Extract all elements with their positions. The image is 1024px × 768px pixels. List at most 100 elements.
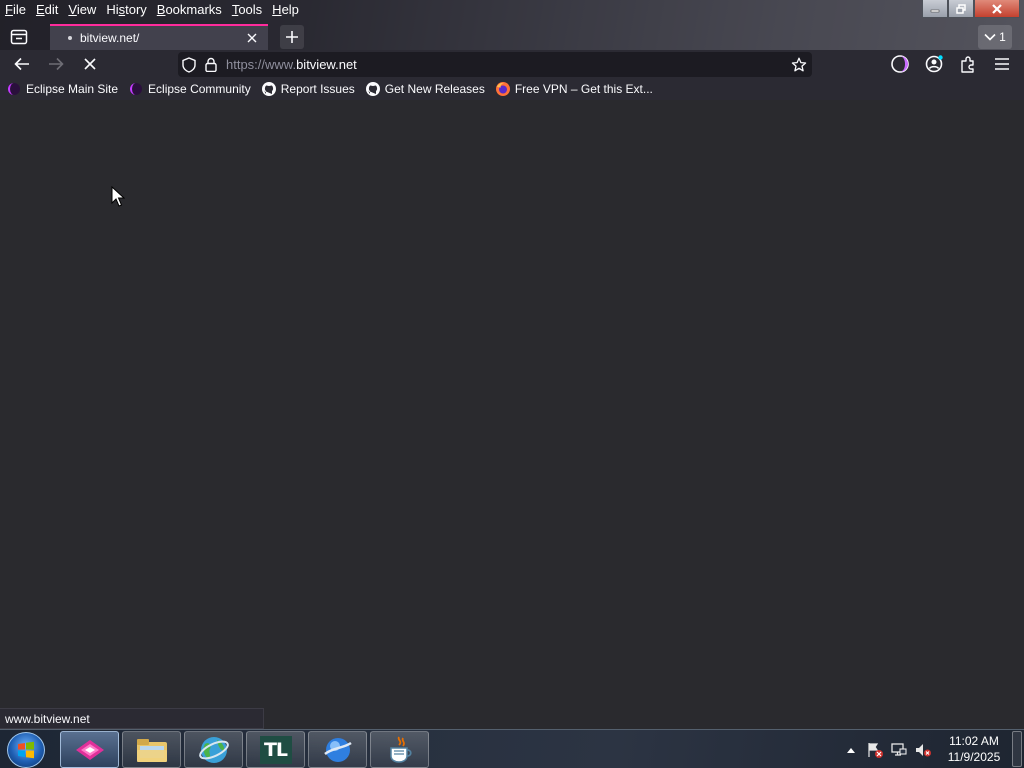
menu-help[interactable]: Help bbox=[267, 0, 304, 20]
menu-bookmarks-label: ookmarks bbox=[165, 2, 222, 17]
site-security-icon[interactable] bbox=[200, 54, 222, 76]
navigation-toolbar: https://www.bitview.net bbox=[0, 50, 1024, 78]
bookmark-eclipse-community[interactable]: Eclipse Community bbox=[128, 79, 251, 99]
taskbar-globe-app[interactable] bbox=[184, 731, 243, 768]
start-button[interactable] bbox=[7, 732, 45, 768]
action-center-tray-icon[interactable] bbox=[866, 741, 884, 759]
menu-tools[interactable]: Tools bbox=[227, 0, 267, 20]
stop-button[interactable] bbox=[77, 52, 103, 76]
hamburger-menu-icon bbox=[995, 58, 1009, 70]
menu-edit-accel: E bbox=[35, 2, 45, 17]
menu-edit-label: dit bbox=[44, 2, 59, 17]
url-text[interactable]: https://www.bitview.net bbox=[226, 57, 788, 72]
clock-date: 11/9/2025 bbox=[947, 750, 1001, 764]
taskbar-java-app[interactable] bbox=[370, 731, 429, 768]
lock-icon bbox=[205, 57, 217, 72]
account-button[interactable] bbox=[921, 52, 947, 76]
minimize-icon bbox=[930, 9, 940, 12]
extensions-button[interactable] bbox=[955, 52, 981, 76]
eclipse-icon bbox=[6, 81, 22, 97]
close-window-button[interactable] bbox=[974, 0, 1020, 18]
bookmark-eclipse-main-site[interactable]: Eclipse Main Site bbox=[6, 79, 118, 99]
bookmark-free-vpn[interactable]: Free VPN – Get this Ext... bbox=[495, 79, 653, 99]
menu-bookmarks[interactable]: Bookmarks bbox=[152, 0, 227, 20]
firefox-view-button[interactable] bbox=[6, 25, 32, 49]
app-menu-button[interactable] bbox=[989, 52, 1015, 76]
menu-file-accel: F bbox=[5, 2, 13, 17]
tab-count: 1 bbox=[999, 30, 1006, 44]
volume-tray-icon[interactable] bbox=[914, 741, 932, 759]
bookmarks-toolbar: Eclipse Main Site Eclipse Community Repo… bbox=[0, 78, 1024, 100]
bookmark-label: Free VPN – Get this Ext... bbox=[514, 82, 653, 96]
windows-logo-icon bbox=[18, 741, 34, 759]
firefox-view-icon bbox=[10, 29, 28, 45]
forward-button[interactable] bbox=[43, 52, 69, 76]
tab-close-button[interactable] bbox=[244, 30, 260, 46]
windows-taskbar: TL 11:02 AM 11/9/2025 bbox=[0, 729, 1024, 768]
system-tray bbox=[842, 730, 932, 768]
new-tab-button[interactable] bbox=[280, 25, 304, 49]
firefox-icon bbox=[495, 81, 511, 97]
triangle-up-icon bbox=[847, 747, 855, 753]
star-icon bbox=[791, 57, 807, 71]
menu-view[interactable]: View bbox=[63, 0, 101, 20]
taskbar-clock[interactable]: 11:02 AM 11/9/2025 bbox=[938, 733, 1010, 765]
account-icon bbox=[925, 55, 943, 73]
globe-icon bbox=[198, 736, 229, 763]
arrow-left-icon bbox=[14, 57, 29, 71]
status-link-preview: www.bitview.net bbox=[0, 708, 264, 729]
blue-sphere-icon bbox=[323, 737, 352, 762]
menu-view-accel: V bbox=[68, 2, 77, 17]
loading-dot-icon bbox=[68, 36, 72, 40]
restore-button[interactable] bbox=[948, 0, 974, 18]
menu-help-accel: H bbox=[272, 2, 282, 17]
flag-error-icon bbox=[868, 742, 883, 758]
github-icon bbox=[261, 81, 277, 97]
menu-help-label: elp bbox=[281, 2, 299, 17]
taskbar-tl-app[interactable]: TL bbox=[246, 731, 305, 768]
tab-title: bitview.net/ bbox=[80, 31, 140, 45]
eclipse-icon bbox=[128, 81, 144, 97]
github-icon bbox=[365, 81, 381, 97]
bookmark-label: Report Issues bbox=[280, 82, 355, 96]
tl-app-label: TL bbox=[259, 735, 292, 764]
back-button[interactable] bbox=[9, 52, 35, 76]
tab-active[interactable]: bitview.net/ bbox=[50, 24, 268, 50]
mouse-pointer-icon bbox=[111, 186, 125, 207]
taskbar-file-explorer-app[interactable] bbox=[122, 731, 181, 768]
bookmark-star-button[interactable] bbox=[788, 54, 810, 76]
menu-file[interactable]: File bbox=[0, 0, 31, 20]
chevron-down-icon bbox=[984, 33, 996, 41]
extension-theme-button[interactable] bbox=[887, 52, 913, 76]
clock-time: 11:02 AM bbox=[949, 734, 999, 748]
window-titlebar: File Edit View History Bookmarks Tools H… bbox=[0, 0, 1024, 50]
url-host: bitview.net bbox=[296, 57, 357, 72]
menu-history-label: tory bbox=[125, 2, 147, 17]
speaker-muted-icon bbox=[916, 743, 931, 756]
network-tray-icon[interactable] bbox=[890, 741, 908, 759]
menu-history-pre: Hi bbox=[106, 2, 119, 17]
bookmark-report-issues[interactable]: Report Issues bbox=[261, 79, 355, 99]
taskbar-browser-app[interactable] bbox=[60, 731, 119, 768]
arrow-right-icon bbox=[49, 57, 64, 71]
url-scheme: https://www. bbox=[226, 57, 297, 72]
menu-edit[interactable]: Edit bbox=[31, 0, 63, 20]
window-controls bbox=[922, 0, 1020, 18]
bookmark-get-new-releases[interactable]: Get New Releases bbox=[365, 79, 485, 99]
show-hidden-icons-button[interactable] bbox=[842, 741, 860, 759]
stop-icon bbox=[84, 58, 96, 70]
list-all-tabs-button[interactable]: 1 bbox=[978, 25, 1012, 49]
close-icon bbox=[247, 33, 257, 43]
restore-icon bbox=[956, 3, 966, 14]
plus-icon bbox=[286, 31, 298, 43]
tracking-protection-icon[interactable] bbox=[178, 54, 200, 76]
url-bar[interactable]: https://www.bitview.net bbox=[178, 52, 812, 77]
taskbar-blue-sphere-app[interactable] bbox=[308, 731, 367, 768]
show-desktop-button[interactable] bbox=[1012, 731, 1022, 767]
menu-history[interactable]: History bbox=[101, 0, 151, 20]
page-content-area[interactable] bbox=[0, 100, 1024, 729]
browser-app-icon bbox=[75, 739, 104, 760]
bookmark-label: Eclipse Main Site bbox=[26, 82, 119, 96]
minimize-button[interactable] bbox=[922, 0, 948, 18]
menu-view-label: iew bbox=[76, 2, 97, 17]
